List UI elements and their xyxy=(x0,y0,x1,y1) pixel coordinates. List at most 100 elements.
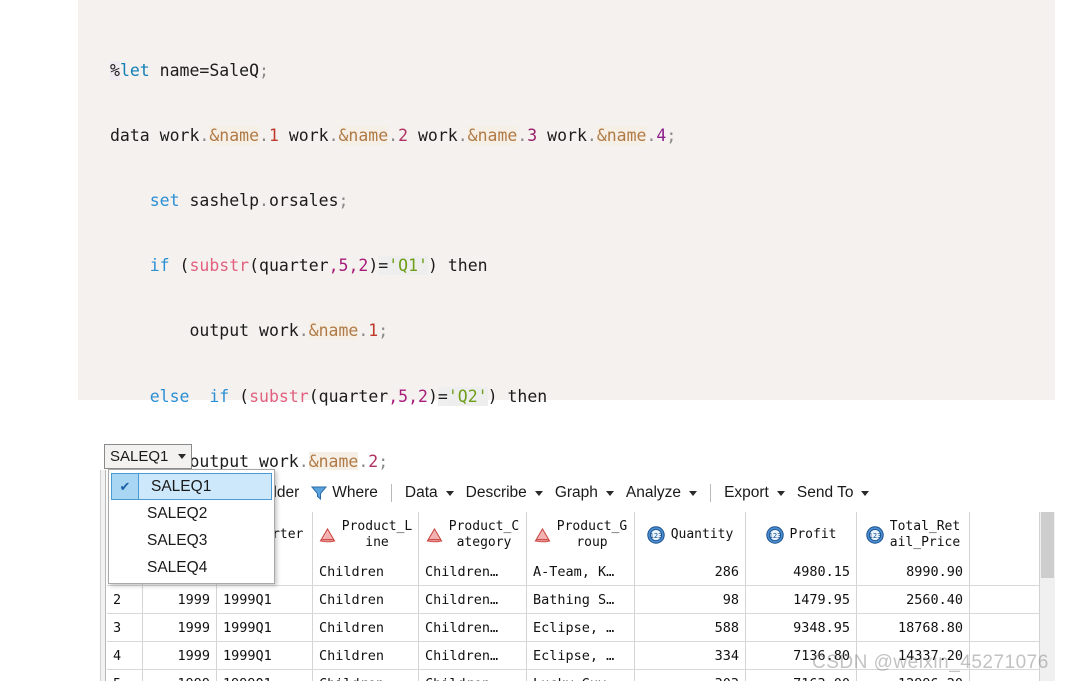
table-cell[interactable]: Children xyxy=(313,614,419,641)
svg-text:123: 123 xyxy=(868,532,881,540)
toolbar-item-data[interactable]: Data xyxy=(399,480,460,506)
character-column-icon xyxy=(534,527,551,543)
column-header-total_retail_price[interactable]: 123 Total_Ret ail_Price xyxy=(857,512,970,558)
svg-text:123: 123 xyxy=(649,532,662,540)
table-cell[interactable]: Children… xyxy=(419,586,527,613)
toolbar-item-label: Analyze xyxy=(625,484,682,502)
chevron-down-icon xyxy=(776,490,785,496)
chevron-down-icon xyxy=(605,490,614,496)
table-cell[interactable]: 1999 xyxy=(143,670,217,681)
toolbar-item-where[interactable]: Where xyxy=(305,480,384,506)
dropdown-option-saleq2[interactable]: SALEQ2 xyxy=(109,500,274,527)
toolbar-separator xyxy=(390,484,392,502)
table-cell[interactable]: 588 xyxy=(635,614,746,641)
table-row[interactable]: 519991999Q1ChildrenChildren…Lucky Guy…30… xyxy=(107,670,1055,681)
table-cell[interactable]: Children… xyxy=(419,642,527,669)
toolbar-item-analyze[interactable]: Analyze xyxy=(620,480,703,506)
row-number-cell[interactable]: 3 xyxy=(107,614,143,641)
table-cell[interactable]: 1999Q1 xyxy=(217,642,313,669)
table-cell[interactable]: 4980.15 xyxy=(746,558,857,585)
toolbar-item-export[interactable]: Export xyxy=(718,480,791,506)
scrollbar-thumb[interactable] xyxy=(1041,512,1054,578)
row-number-cell[interactable]: 4 xyxy=(107,642,143,669)
sas-code-editor[interactable]: %let name=SaleQ; data work.&name.1 work.… xyxy=(78,0,1055,667)
toolbar-item-label: Send To xyxy=(796,484,854,502)
table-cell[interactable]: Eclipse, … xyxy=(527,614,635,641)
column-header-product_category[interactable]: Product_C ategory xyxy=(419,512,527,558)
table-cell[interactable]: Lucky Guy… xyxy=(527,670,635,681)
table-cell[interactable]: Children xyxy=(313,670,419,681)
toolbar-item-graph[interactable]: Graph xyxy=(549,480,620,506)
table-cell[interactable]: 334 xyxy=(635,642,746,669)
table-cell[interactable]: 9348.95 xyxy=(746,614,857,641)
dropdown-option-saleq4[interactable]: SALEQ4 xyxy=(109,554,274,581)
table-cell[interactable]: Bathing S… xyxy=(527,586,635,613)
code-line-5: output work.&name.1; xyxy=(110,321,389,341)
window-left-edge xyxy=(98,470,107,681)
table-cell[interactable]: 1999Q1 xyxy=(217,614,313,641)
column-header-product_group[interactable]: Product_G roup xyxy=(527,512,635,558)
table-row[interactable]: 4 1999 1999Q1 Children Children… Eclipse, … 33… xyxy=(107,642,1055,670)
chevron-down-icon xyxy=(689,490,698,496)
table-cell[interactable]: 303 xyxy=(635,670,746,681)
chevron-down-icon xyxy=(861,490,870,496)
table-cell[interactable]: Children xyxy=(313,642,419,669)
table-cell[interactable]: Children xyxy=(313,558,419,585)
table-cell[interactable]: 7136.80 xyxy=(746,642,857,669)
code-line-4: if (substr(quarter,5,2)='Q1') then xyxy=(149,256,488,276)
table-cell[interactable]: 1999Q1 xyxy=(217,670,313,681)
check-icon: ✔ xyxy=(112,474,139,499)
column-header-label: Total_Ret ail_Price xyxy=(889,519,961,550)
table-cell[interactable]: Children… xyxy=(419,670,527,681)
toolbar-item-label: Where xyxy=(332,484,378,502)
chevron-down-icon xyxy=(534,490,543,496)
table-row[interactable]: 2 1999 1999Q1 Children Children… Bathing S… 98… xyxy=(107,586,1055,614)
table-cell[interactable]: 1999Q1 xyxy=(217,586,313,613)
dataset-dropdown-list[interactable]: ✔ SALEQ1 SALEQ2 SALEQ3 SALEQ4 xyxy=(108,469,275,584)
code-line-6: else if (substr(quarter,5,2)='Q2') then xyxy=(149,386,548,406)
table-cell[interactable]: 1999 xyxy=(143,614,217,641)
toolbar-item-describe[interactable]: Describe xyxy=(460,480,549,506)
table-cell[interactable]: 12996.20 xyxy=(857,670,970,681)
dropdown-option-label: SALEQ3 xyxy=(147,531,208,549)
svg-text:123: 123 xyxy=(768,532,781,540)
table-cell[interactable]: A-Team, K… xyxy=(527,558,635,585)
dataset-combobox[interactable]: SALEQ1 xyxy=(104,444,192,469)
toolbar-item-send-to[interactable]: Send To xyxy=(791,480,876,506)
table-cell[interactable]: 8990.90 xyxy=(857,558,970,585)
combobox-value: SALEQ1 xyxy=(110,448,169,465)
column-header-profit[interactable]: 123 Profit xyxy=(746,512,857,558)
dropdown-option-saleq3[interactable]: SALEQ3 xyxy=(109,527,274,554)
column-header-quantity[interactable]: 123 Quantity xyxy=(635,512,746,558)
toolbar-item-label: Export xyxy=(724,484,769,502)
table-cell[interactable]: Children… xyxy=(419,558,527,585)
table-cell[interactable]: 7163.00 xyxy=(746,670,857,681)
filter-funnel-icon xyxy=(311,485,328,501)
table-cell[interactable]: 18768.80 xyxy=(857,614,970,641)
screenshot-root: %let name=SaleQ; data work.&name.1 work.… xyxy=(0,0,1079,681)
row-number-cell[interactable]: 5 xyxy=(107,670,143,681)
dropdown-option-saleq1[interactable]: ✔ SALEQ1 xyxy=(111,473,272,500)
column-header-label: Product_C ategory xyxy=(448,519,520,550)
table-cell[interactable]: 286 xyxy=(635,558,746,585)
column-header-label: Product_L ine xyxy=(341,519,413,550)
numeric-column-icon: 123 xyxy=(646,526,665,544)
column-header-product_line[interactable]: Product_L ine xyxy=(313,512,419,558)
code-line-1: %let name=SaleQ; xyxy=(110,60,269,80)
toolbar-item-label: Data xyxy=(404,484,438,502)
table-cell[interactable]: Eclipse, … xyxy=(527,642,635,669)
check-icon xyxy=(109,528,135,553)
dropdown-option-label: SALEQ4 xyxy=(147,558,208,576)
row-number-cell[interactable]: 2 xyxy=(107,586,143,613)
table-cell[interactable]: 2560.40 xyxy=(857,586,970,613)
table-cell[interactable]: 1479.95 xyxy=(746,586,857,613)
vertical-scrollbar[interactable] xyxy=(1039,512,1055,681)
table-cell[interactable]: 1999 xyxy=(143,586,217,613)
table-cell[interactable]: Children… xyxy=(419,614,527,641)
table-row[interactable]: 3 1999 1999Q1 Children Children… Eclipse, … 58… xyxy=(107,614,1055,642)
table-cell[interactable]: Children xyxy=(313,586,419,613)
table-cell[interactable]: 14337.20 xyxy=(857,642,970,669)
chevron-down-icon xyxy=(178,454,186,459)
table-cell[interactable]: 1999 xyxy=(143,642,217,669)
table-cell[interactable]: 98 xyxy=(635,586,746,613)
